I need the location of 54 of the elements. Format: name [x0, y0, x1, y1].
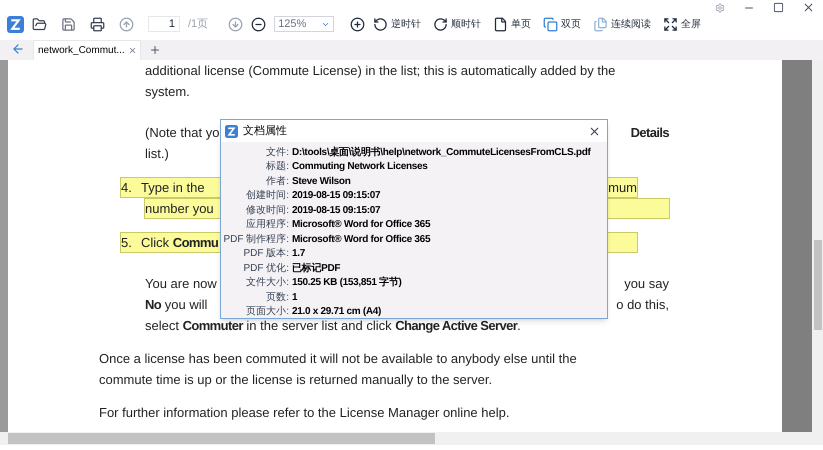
toolbar-button[interactable]: 双页 — [543, 16, 582, 32]
document-text: additional license (Commute License) in the list; this is automatically added by the — [145, 62, 616, 80]
list-number: 4. — [121, 178, 133, 197]
field-label: 应用程序: — [245, 218, 289, 232]
field-label: 页数: — [265, 290, 289, 305]
toolbar-button[interactable]: 全屏 — [663, 16, 702, 32]
field-value: 150.25 KB (153,851 字节) — [292, 275, 402, 290]
document-text: o do this, — [616, 296, 669, 314]
field-value: D:\tools\桌面\说明书\help\network_CommuteLicensesFromCLS.pdf — [292, 146, 591, 160]
field-value: Commuting Network Licenses — [292, 160, 428, 174]
field-label: 作者: — [265, 174, 289, 189]
document-text: No you will — [145, 296, 208, 314]
field-label: 标题: — [265, 160, 289, 174]
field-value: 1.7 — [292, 247, 306, 262]
field-value: Steve Wilson — [292, 174, 351, 189]
field-value: Microsoft® Word for Office 365 — [292, 232, 430, 247]
document-text: For further information please refer to the License Manager online help. — [99, 404, 510, 422]
document-text: You are now — [145, 274, 217, 293]
list-number: 5. — [121, 234, 133, 252]
zoom-select[interactable]: 125% — [274, 16, 334, 32]
field-label: PDF 优化: — [242, 262, 289, 276]
field-value: Microsoft® Word for Office 365 — [292, 218, 430, 232]
document-text: Details — [630, 124, 669, 142]
field-label: PDF 制作程序: — [222, 232, 289, 247]
field-label: 修改时间: — [245, 204, 289, 218]
document-text: number you — [145, 200, 214, 218]
document-text: commute time is up or the license is returned manually to the server. — [99, 370, 492, 389]
page-total: /1页 — [188, 16, 208, 32]
document-text: (Note that yo — [145, 124, 220, 142]
field-label: 文件: — [265, 146, 289, 160]
document-text: you say — [624, 274, 669, 293]
document-text: Click Commu — [141, 234, 218, 252]
toolbar-button[interactable]: 单页 — [493, 16, 532, 32]
field-value: 已标记PDF — [292, 262, 340, 276]
document-text: list.) — [145, 144, 169, 163]
field-label: 创建时间: — [245, 188, 289, 204]
toolbar-button[interactable]: 逆时针 — [373, 16, 422, 32]
field-label: 页面大小: — [245, 304, 289, 320]
document-text: Once a license has been commuted it will not be available to anybody else until the — [99, 350, 577, 368]
toolbar-button[interactable]: 顺时针 — [433, 16, 482, 32]
document-text: system. — [145, 82, 190, 101]
field-label: PDF 版本: — [242, 246, 289, 262]
document-text: select Commuter in the server list and click Change Active Server. — [145, 316, 521, 335]
field-value: 21.0 x 29.71 cm (A4) — [292, 305, 382, 320]
document-text: mum — [608, 178, 637, 197]
field-value: 2019-08-15 09:15:07 — [292, 189, 380, 204]
document-text: Type in the — [141, 178, 205, 197]
dialog-title: 文档属性 — [243, 124, 287, 139]
field-value: 1 — [292, 290, 298, 305]
document-tab[interactable]: network_Commut... — [33, 40, 141, 60]
field-value: 2019-08-15 09:15:07 — [292, 204, 380, 218]
page-input[interactable]: 1 — [148, 16, 180, 32]
toolbar-button[interactable]: 连续阅读 — [593, 16, 652, 32]
field-label: 文件大小: — [245, 276, 289, 290]
